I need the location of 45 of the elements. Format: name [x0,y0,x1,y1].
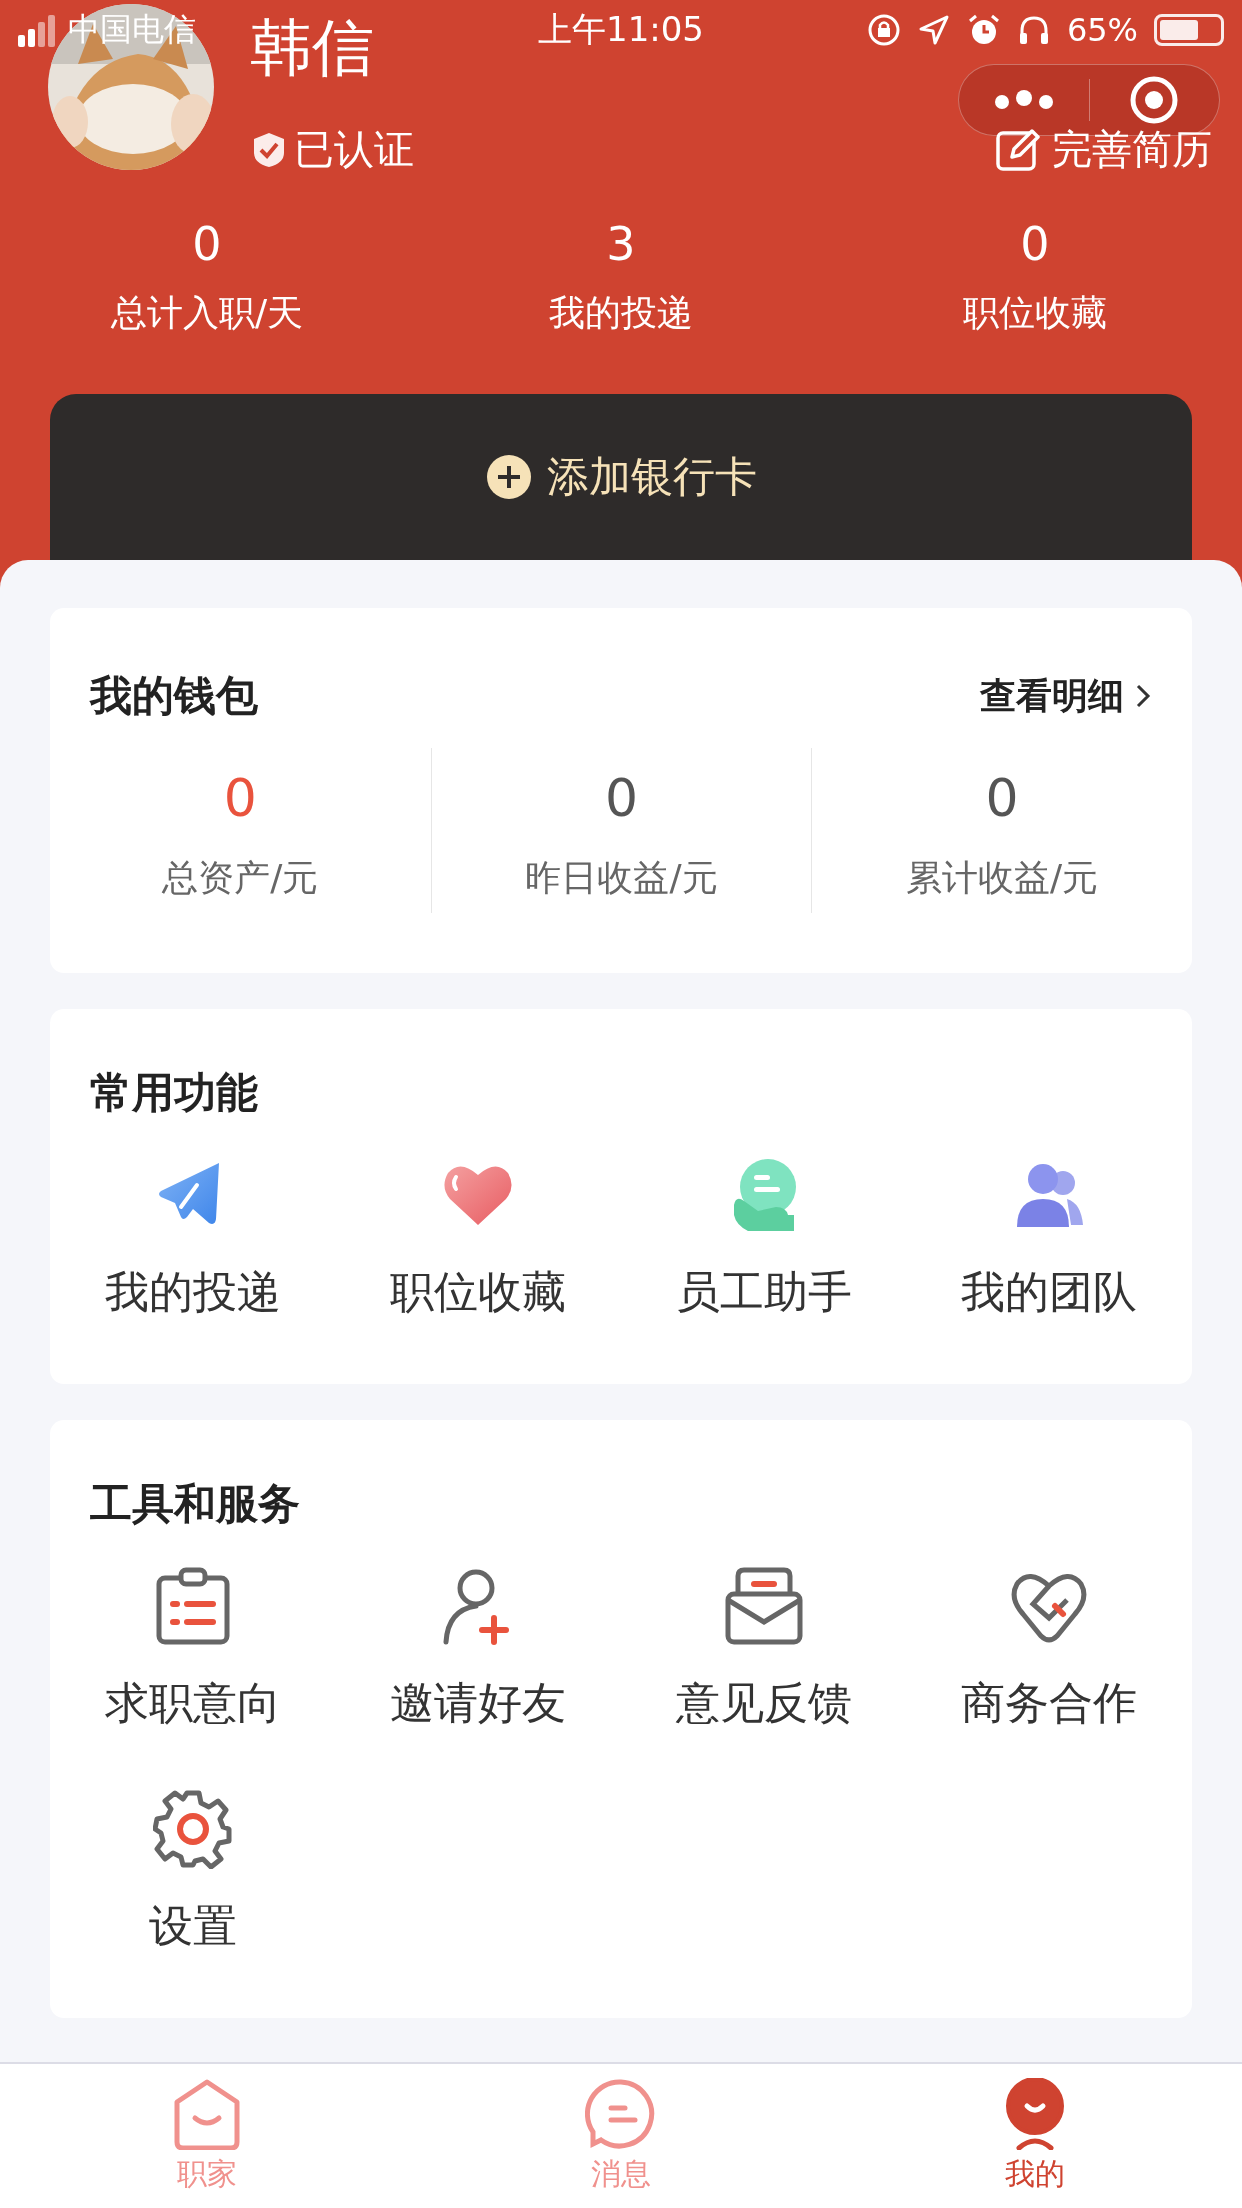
view-details-link[interactable]: 查看明细 [980,671,1152,721]
feature-item[interactable]: 意见反馈 [621,1566,907,1733]
feature-item[interactable]: 职位收藏 [335,1155,621,1322]
stat-label: 职位收藏 [963,291,1107,335]
settings-icon [152,1789,233,1869]
edit-resume-button[interactable]: 完善简历 [994,122,1212,177]
stat-value: 3 [606,217,636,271]
rotation-lock-icon [866,13,901,47]
feature-item[interactable]: 商务合作 [906,1566,1192,1733]
chevron-right-icon [1134,682,1152,710]
location-arrow-icon [916,13,951,47]
battery-percent: 65% [1066,11,1138,49]
edit-icon [994,126,1040,173]
more-icon[interactable] [993,90,1054,110]
wallet-label: 昨日收益/元 [525,856,718,900]
plus-icon [485,453,533,501]
tab-bar-item[interactable]: 我的 [828,2064,1242,2208]
stat-label: 总计入职/天 [110,291,304,335]
feature-item[interactable]: 邀请好友 [335,1566,621,1733]
section-title: 我的钱包 [90,670,258,722]
stat-value: 0 [1020,217,1050,271]
battery-icon [1154,14,1224,46]
wallet-value: 0 [985,768,1019,828]
wallet-label: 总资产/元 [162,856,319,900]
feature-item[interactable]: 我的投递 [50,1155,336,1322]
section-title: 常用功能 [90,1068,258,1117]
clock-time: 上午11:05 [538,9,704,49]
wallet-value: 0 [604,768,639,828]
wallet-label: 累计收益/元 [906,856,1099,900]
feature-item[interactable]: 员工助手 [621,1155,907,1322]
feature-item[interactable]: 设置 [50,1789,336,1956]
close-icon[interactable] [1129,75,1180,125]
stat-value: 0 [192,217,222,271]
add-bank-card-button[interactable]: 添加银行卡 [50,394,1192,560]
feature-item[interactable]: 求职意向 [50,1566,336,1733]
feature-item[interactable]: 我的团队 [906,1155,1192,1322]
signal-icon [18,13,58,47]
chat-bubble-icon [585,2077,657,2150]
wallet-value: 0 [223,768,257,828]
verified-label: 已认证 [294,125,414,174]
alarm-clock-icon [966,13,1001,47]
envelope-icon [723,1566,804,1646]
section-title: 工具和服务 [90,1479,300,1528]
stat-label: 我的投递 [549,291,693,335]
user-name: 韩信 [250,12,374,84]
